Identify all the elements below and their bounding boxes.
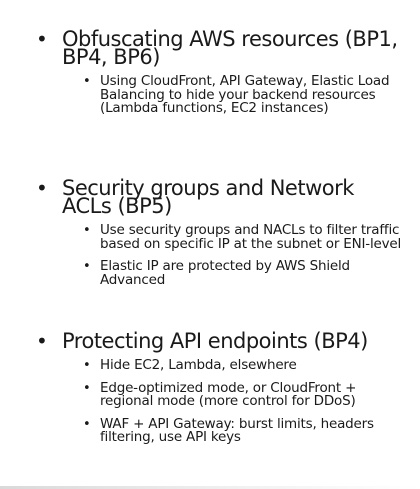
bullet-heading: • Protecting API endpoints (BP4) — [0, 329, 420, 353]
section-protecting-api-endpoints: • Protecting API endpoints (BP4) • Hide … — [0, 329, 420, 445]
sub-bullet-text: Hide EC2, Lambda, elsewhere — [100, 357, 297, 373]
sub-bullet: • Hide EC2, Lambda, elsewhere — [0, 357, 420, 373]
sub-bullet-text: Use security groups and NACLs to filter … — [100, 222, 402, 252]
heading-text: Security groups and Network ACLs (BP5) — [62, 176, 354, 218]
heading-text: Obfuscating AWS resources (BP1, BP4, BP6… — [62, 27, 398, 69]
bullet-dot: • — [83, 223, 91, 238]
heading-text: Protecting API endpoints (BP4) — [62, 329, 368, 353]
sub-bullet: • Elastic IP are protected by AWS Shield… — [0, 258, 420, 288]
bullet-dot: • — [83, 380, 91, 396]
section-security-groups: • Security groups and Network ACLs (BP5)… — [0, 176, 420, 288]
sub-bullet: • Using CloudFront, API Gateway, Elastic… — [0, 73, 420, 116]
sub-bullet-text: Using CloudFront, API Gateway, Elastic L… — [100, 73, 390, 116]
sub-bullet-text: WAF + API Gateway: burst limits, headers… — [100, 415, 374, 445]
bullet-dot: • — [36, 329, 48, 353]
sub-bullet: • Use security groups and NACLs to filte… — [0, 222, 420, 252]
bullet-dot: • — [36, 176, 48, 200]
slide: • Obfuscating AWS resources (BP1, BP4, B… — [0, 0, 420, 489]
bullet-heading: • Obfuscating AWS resources (BP1, BP4, B… — [0, 27, 420, 69]
bullet-heading: • Security groups and Network ACLs (BP5) — [0, 176, 420, 218]
bullet-dot: • — [83, 74, 91, 89]
bullet-dot: • — [83, 416, 91, 432]
sub-bullet: • WAF + API Gateway: burst limits, heade… — [0, 415, 420, 445]
sub-bullet-text: Elastic IP are protected by AWS Shield A… — [100, 258, 350, 288]
sub-bullet: • Edge-optimized mode, or CloudFront + r… — [0, 379, 420, 409]
bullet-dot: • — [36, 27, 48, 51]
bullet-dot: • — [83, 259, 91, 274]
section-obfuscating-resources: • Obfuscating AWS resources (BP1, BP4, B… — [0, 27, 420, 116]
sub-bullet-text: Edge-optimized mode, or CloudFront + reg… — [100, 379, 357, 409]
bullet-dot: • — [83, 358, 91, 373]
